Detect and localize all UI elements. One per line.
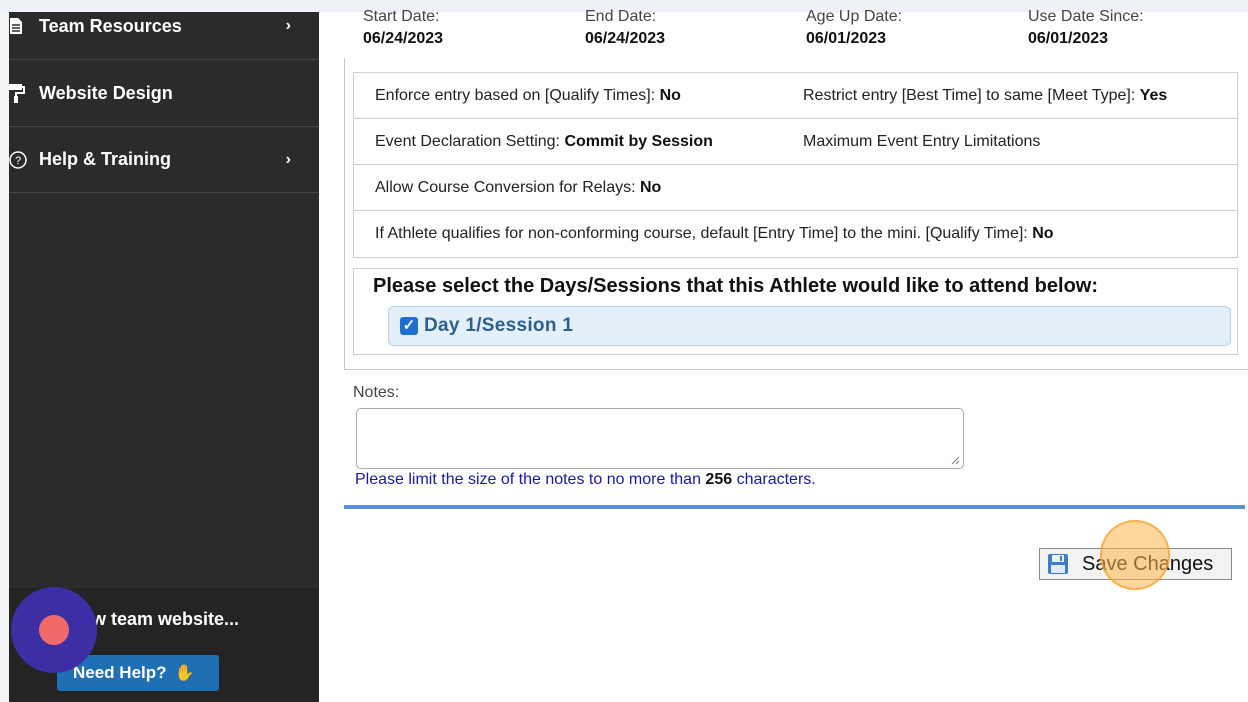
entry-options-table: Enforce entry based on [Qualify Times]: … (353, 72, 1238, 258)
non-conforming-course-setting: If Athlete qualifies for non-conforming … (375, 225, 1054, 242)
use-date-since-value: 06/01/2023 (1028, 30, 1109, 47)
use-date-since: Use Date Since: 06/01/2023 (1028, 8, 1144, 48)
save-changes-label: Save Changes (1082, 552, 1214, 575)
session-label: Day 1/Session 1 (424, 315, 574, 336)
sidebar-item-label: Help & Training (39, 149, 172, 169)
age-up-date-label: Age Up Date: (806, 8, 903, 25)
max-event-entry-limitations: Maximum Event Entry Limitations (803, 133, 1041, 150)
start-date-value: 06/24/2023 (363, 30, 444, 47)
view-team-website-link[interactable]: ew team website... (82, 609, 239, 630)
floppy-disk-icon (1048, 554, 1068, 574)
session-option[interactable]: ✓ Day 1/Session 1 (388, 306, 1231, 346)
sidebar-item-label: Team Resources (39, 15, 182, 36)
start-date: Start Date: 06/24/2023 (363, 8, 443, 48)
sessions-title: Please select the Days/Sessions that thi… (373, 275, 1098, 297)
sidebar-item-help-training[interactable]: ? Help & Training › (9, 127, 319, 193)
notes-label: Notes: (353, 384, 400, 401)
end-date-label: End Date: (585, 8, 657, 25)
age-up-date-value: 06/01/2023 (806, 30, 887, 47)
event-declaration-setting: Event Declaration Setting: Commit by Ses… (375, 133, 713, 150)
paint-roller-icon (9, 82, 27, 104)
resize-grip-icon[interactable] (951, 456, 960, 465)
checkbox-checked-icon[interactable]: ✓ (400, 317, 418, 335)
sidebar-item-team-resources[interactable]: Team Resources › (9, 0, 319, 60)
sidebar-item-website-design[interactable]: Website Design (9, 60, 319, 127)
end-date: End Date: 06/24/2023 (585, 8, 665, 48)
record-button[interactable] (11, 587, 97, 673)
start-date-label: Start Date: (363, 8, 440, 25)
table-row: Enforce entry based on [Qualify Times]: … (354, 73, 1237, 119)
chevron-right-icon: › (285, 17, 291, 34)
age-up-date: Age Up Date: 06/01/2023 (806, 8, 902, 48)
course-conversion-setting: Allow Course Conversion for Relays: No (375, 179, 662, 196)
hand-wave-icon: ✋ (174, 665, 195, 682)
document-icon (9, 15, 27, 37)
save-changes-button[interactable]: Save Changes (1039, 548, 1232, 580)
section-divider (344, 505, 1245, 509)
notes-hint: Please limit the size of the notes to no… (355, 471, 816, 488)
table-row: If Athlete qualifies for non-conforming … (354, 211, 1237, 257)
end-date-value: 06/24/2023 (585, 30, 666, 47)
meet-dates: Start Date: 06/24/2023 End Date: 06/24/2… (353, 8, 1233, 56)
record-dot-icon (39, 615, 69, 645)
sidebar-item-label: Website Design (39, 82, 173, 103)
use-date-since-label: Use Date Since: (1028, 8, 1144, 25)
table-row: Allow Course Conversion for Relays: No (354, 165, 1237, 211)
question-circle-icon: ? (9, 149, 27, 171)
notes-textarea[interactable] (356, 408, 964, 469)
best-time-setting: Restrict entry [Best Time] to same [Meet… (803, 87, 1168, 104)
chevron-right-icon: › (285, 150, 291, 168)
left-edge (0, 12, 9, 702)
sessions-section: Please select the Days/Sessions that thi… (353, 268, 1238, 355)
need-help-label: Need Help? (73, 663, 167, 682)
table-row: Event Declaration Setting: Commit by Ses… (354, 119, 1237, 165)
svg-text:?: ? (15, 155, 21, 167)
qualify-times-setting: Enforce entry based on [Qualify Times]: … (375, 87, 681, 104)
